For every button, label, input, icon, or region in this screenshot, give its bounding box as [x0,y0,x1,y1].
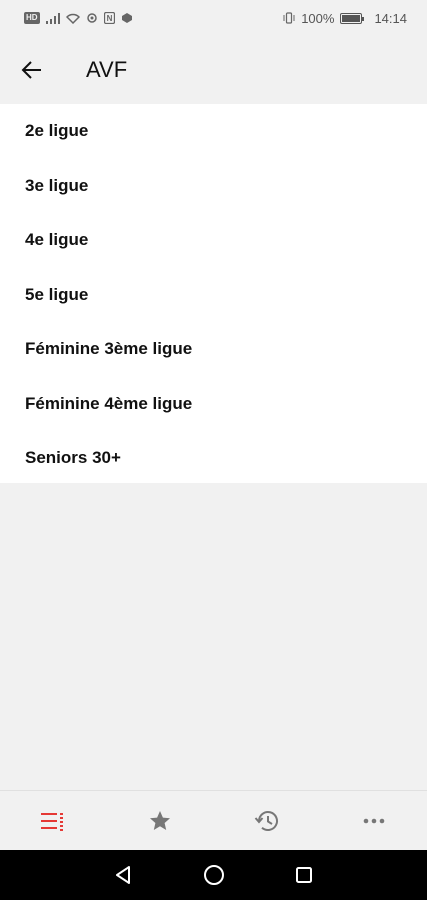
system-home-button[interactable] [169,850,259,900]
vibrate-icon [283,12,295,24]
sim-icon: HD [24,12,40,24]
back-triangle-icon [115,866,130,884]
league-list: 2e ligue 3e ligue 4e ligue 5e ligue Fémi… [0,104,427,483]
svg-text:N: N [106,14,112,23]
arrow-left-icon [21,61,41,79]
data-saver-icon [121,12,133,24]
nav-tab-list[interactable] [13,791,93,851]
recents-square-icon [295,867,312,883]
nav-tab-favorites[interactable] [120,791,200,851]
list-item-label: Seniors 30+ [25,448,121,468]
list-item-2e-ligue[interactable]: 2e ligue [0,104,427,159]
star-icon [150,810,171,830]
system-back-button[interactable] [79,850,169,900]
list-item-4e-ligue[interactable]: 4e ligue [0,213,427,268]
nav-tab-more[interactable] [334,791,414,851]
status-right-icons: 100% 14:14 [283,11,407,26]
list-item-3e-ligue[interactable]: 3e ligue [0,159,427,214]
system-nav-bar [0,850,427,900]
back-button[interactable] [0,36,64,104]
clock: 14:14 [374,10,407,26]
status-bar: HD N 100% 14:14 [0,0,427,36]
history-icon [254,810,278,831]
list-item-label: Féminine 3ème ligue [25,339,193,359]
nav-tab-history[interactable] [227,791,307,851]
list-item-label: 4e ligue [25,230,89,250]
list-item-label: 2e ligue [25,121,89,141]
list-item-label: Féminine 4ème ligue [25,393,193,413]
battery-icon [340,12,365,24]
list-item-label: 5e ligue [25,284,89,304]
list-item-seniors-30[interactable]: Seniors 30+ [0,431,427,486]
wifi-icon [65,13,80,24]
signal-icon [45,12,60,24]
system-recents-button[interactable] [259,850,349,900]
nfc-icon: N [103,12,115,24]
battery-fill [342,14,361,22]
list-item-feminine-3eme-ligue[interactable]: Féminine 3ème ligue [0,322,427,377]
more-icon [363,818,384,823]
eye-comfort-icon [86,12,98,24]
list-item-feminine-4eme-ligue[interactable]: Féminine 4ème ligue [0,377,427,432]
list-item-5e-ligue[interactable]: 5e ligue [0,268,427,323]
home-circle-icon [203,865,224,885]
list-icon [41,812,64,831]
bottom-nav [0,790,427,850]
page-title: AVF [86,57,128,82]
list-item-label: 3e ligue [25,175,89,195]
battery-percent: 100% [301,10,335,26]
app-bar: AVF [0,36,427,104]
status-left-icons: HD N [24,12,133,24]
